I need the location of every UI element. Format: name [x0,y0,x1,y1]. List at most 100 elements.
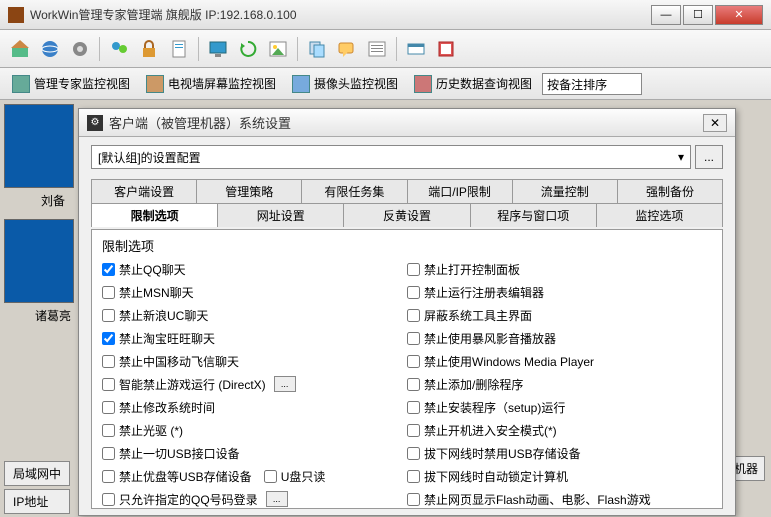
option-checkbox[interactable] [407,309,420,322]
option-checkbox[interactable] [102,424,115,437]
toolbar-book-icon[interactable] [432,35,460,63]
toolbar-doc-icon[interactable] [165,35,193,63]
dialog-titlebar: ⚙ 客户端（被管理机器）系统设置 ✕ [79,109,735,137]
option-checkbox[interactable] [102,378,115,391]
config-more-button[interactable]: ... [695,145,723,169]
dialog-close-button[interactable]: ✕ [703,114,727,132]
option-row: 屏蔽系统工具主界面 [407,305,712,325]
settings-tab[interactable]: 监控选项 [597,203,723,227]
toolbar-chat-icon[interactable] [333,35,361,63]
option-checkbox[interactable] [407,378,420,391]
toolbar-monitor-icon[interactable] [204,35,232,63]
option-checkbox[interactable] [102,447,115,460]
sort-value: 按备注排序 [547,78,607,92]
option-label: 禁止光驱 (*) [119,422,183,439]
status-tab-lan[interactable]: 局域网中 [4,461,70,486]
view-tvwall[interactable]: 电视墙屏幕监控视图 [140,73,282,95]
option-checkbox[interactable] [407,401,420,414]
option-extra-checkbox[interactable] [264,470,277,483]
dialog-title: 客户端（被管理机器）系统设置 [109,113,703,132]
client-thumb[interactable] [4,104,74,188]
option-row: 禁止网页显示Flash动画、电影、Flash游戏 [407,489,712,509]
view-bar: 管理专家监控视图 电视墙屏幕监控视图 摄像头监控视图 历史数据查询视图 按备注排… [0,68,771,100]
view-expert-monitor[interactable]: 管理专家监控视图 [6,73,136,95]
option-checkbox[interactable] [407,470,420,483]
settings-tab[interactable]: 有限任务集 [302,179,407,203]
option-label: 禁止安装程序（setup)运行 [424,399,565,416]
toolbar-globe-icon[interactable] [36,35,64,63]
option-row: 智能禁止游戏运行 (DirectX)... [102,374,407,394]
option-checkbox[interactable] [407,447,420,460]
option-checkbox[interactable] [102,263,115,276]
option-checkbox[interactable] [102,470,115,483]
client-thumb[interactable] [4,219,74,303]
option-checkbox[interactable] [102,401,115,414]
settings-tab[interactable]: 反黄设置 [344,203,470,227]
window-controls: — ☐ ✕ [649,5,763,25]
option-more-button[interactable]: ... [274,376,296,392]
toolbar-gear-icon[interactable] [66,35,94,63]
option-row: 禁止淘宝旺旺聊天 [102,328,407,348]
option-row: 拔下网线时自动锁定计算机 [407,466,712,486]
dialog-body: [默认组]的设置配置 ▾ ... 客户端设置管理策略有限任务集端口/IP限制流量… [79,137,735,517]
tab-content-restrictions: 限制选项 禁止QQ聊天禁止MSN聊天禁止新浪UC聊天禁止淘宝旺旺聊天禁止中国移动… [91,229,723,509]
settings-tab[interactable]: 网址设置 [218,203,344,227]
toolbar-card-icon[interactable] [402,35,430,63]
option-row: 禁止运行注册表编辑器 [407,282,712,302]
settings-tab[interactable]: 限制选项 [91,203,218,227]
option-more-button[interactable]: ... [266,491,288,507]
option-checkbox[interactable] [102,286,115,299]
toolbar-copy-icon[interactable] [303,35,331,63]
option-checkbox[interactable] [102,493,115,506]
option-checkbox[interactable] [407,263,420,276]
toolbar-users-icon[interactable] [105,35,133,63]
settings-tab[interactable]: 管理策略 [197,179,302,203]
config-select-row: [默认组]的设置配置 ▾ ... [91,145,723,169]
toolbar-refresh-icon[interactable] [234,35,262,63]
main-toolbar [0,30,771,68]
view-camera[interactable]: 摄像头监控视图 [286,73,404,95]
settings-tab[interactable]: 流量控制 [513,179,618,203]
view-history[interactable]: 历史数据查询视图 [408,73,538,95]
settings-tab[interactable]: 强制备份 [618,179,723,203]
close-button[interactable]: ✕ [715,5,763,25]
option-checkbox[interactable] [407,493,420,506]
option-checkbox[interactable] [407,332,420,345]
toolbar-home-icon[interactable] [6,35,34,63]
minimize-button[interactable]: — [651,5,681,25]
option-label: 禁止运行注册表编辑器 [424,284,544,301]
option-checkbox[interactable] [407,286,420,299]
option-checkbox[interactable] [407,355,420,368]
status-tab-ip[interactable]: IP地址 [4,489,70,514]
settings-tab[interactable]: 客户端设置 [91,179,197,203]
settings-tab[interactable]: 程序与窗口项 [471,203,597,227]
settings-tabs: 客户端设置管理策略有限任务集端口/IP限制流量控制强制备份 限制选项网址设置反黄… [91,179,723,227]
option-label: 禁止中国移动飞信聊天 [119,353,239,370]
toolbar-lock-icon[interactable] [135,35,163,63]
toolbar-list-icon[interactable] [363,35,391,63]
config-group-dropdown[interactable]: [默认组]的设置配置 ▾ [91,145,691,169]
bottom-status: 局域网中 IP地址 [4,461,70,514]
option-extra-label: U盘只读 [281,468,326,485]
group-title: 限制选项 [102,236,712,255]
option-row: 只允许指定的QQ号码登录... [102,489,407,509]
dialog-icon: ⚙ [87,115,103,131]
settings-tab[interactable]: 端口/IP限制 [408,179,513,203]
option-checkbox[interactable] [102,332,115,345]
chevron-down-icon: ▾ [678,150,684,164]
option-label: 禁止一切USB接口设备 [119,445,240,462]
toolbar-separator [297,37,298,61]
toolbar-image-icon[interactable] [264,35,292,63]
maximize-button[interactable]: ☐ [683,5,713,25]
option-checkbox[interactable] [407,424,420,437]
option-row: 拔下网线时禁用USB存储设备 [407,443,712,463]
view-label: 历史数据查询视图 [436,75,532,92]
option-label: 禁止使用Windows Media Player [424,353,594,370]
option-checkbox[interactable] [102,355,115,368]
sort-dropdown[interactable]: 按备注排序 [542,73,642,95]
option-label: 禁止添加/删除程序 [424,376,523,393]
option-checkbox[interactable] [102,309,115,322]
option-label: 禁止打开控制面板 [424,261,520,278]
option-row: 禁止添加/删除程序 [407,374,712,394]
option-row: 禁止使用暴风影音播放器 [407,328,712,348]
